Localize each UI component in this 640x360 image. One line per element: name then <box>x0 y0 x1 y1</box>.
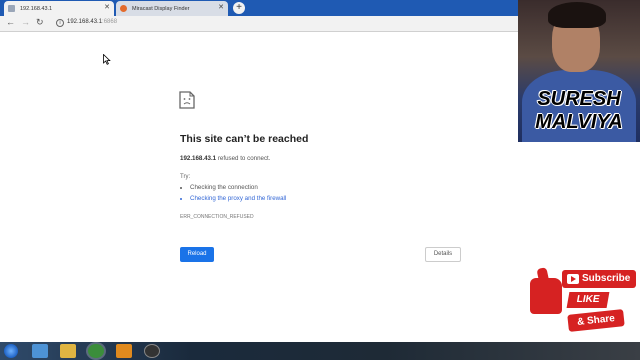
mouse-cursor-icon <box>103 54 111 65</box>
reload-button[interactable]: Reload <box>180 247 214 262</box>
taskbar <box>0 342 640 360</box>
url-port: :6868 <box>102 19 118 25</box>
presenter-name-line1: SURESH <box>537 88 621 110</box>
details-button[interactable]: Details <box>425 247 461 262</box>
error-host: 192.168.43.1 <box>180 155 217 162</box>
tab-192-168-43-1[interactable]: 192.168.43.1 ✕ <box>4 1 114 16</box>
info-icon[interactable]: i <box>56 19 64 27</box>
share-badge: & Share <box>567 309 625 332</box>
sad-document-icon <box>179 91 195 109</box>
sublime-text-icon[interactable] <box>116 344 132 358</box>
error-message: refused to connect. <box>216 155 271 162</box>
suggestion-check-connection: Checking the connection <box>190 184 286 191</box>
tab-strip: 192.168.43.1 ✕ Miracast Display Finder ✕… <box>0 0 522 16</box>
error-title: This site can’t be reached <box>180 133 309 145</box>
file-explorer-icon[interactable] <box>60 344 76 358</box>
close-icon[interactable]: ✕ <box>104 3 110 11</box>
thumbs-up-icon <box>530 278 562 314</box>
address-bar[interactable]: 192.168.43.1:6868 <box>67 19 117 25</box>
internet-explorer-icon[interactable] <box>32 344 48 358</box>
presenter-name: SURESH MALVIYA <box>518 88 640 134</box>
tab-label: 192.168.43.1 <box>20 5 53 12</box>
presenter-hair <box>548 2 606 28</box>
error-code: ERR_CONNECTION_REFUSED <box>180 214 254 220</box>
try-label: Try: <box>180 174 191 180</box>
browser-toolbar: ← → ↻ i 192.168.43.1:6868 <box>0 16 522 32</box>
forward-arrow-icon[interactable]: → <box>21 17 30 27</box>
close-icon[interactable]: ✕ <box>218 3 224 11</box>
suggestion-list: Checking the connection Checking the pro… <box>190 184 286 206</box>
subscribe-label: Subscribe <box>582 273 631 284</box>
like-badge: LIKE <box>566 292 610 308</box>
suggestion-check-proxy-firewall-link[interactable]: Checking the proxy and the firewall <box>190 195 286 202</box>
play-icon <box>567 274 579 284</box>
tab-label: Miracast Display Finder <box>132 5 190 12</box>
subscribe-badge: Subscribe <box>562 270 636 288</box>
obs-icon[interactable] <box>144 344 160 358</box>
error-detail: 192.168.43.1 refused to connect. <box>180 155 271 162</box>
site-favicon-icon <box>120 5 127 12</box>
back-arrow-icon[interactable]: ← <box>6 17 15 27</box>
subscribe-like-share-graphic: Subscribe LIKE & Share <box>528 268 638 334</box>
start-icon[interactable] <box>4 344 18 358</box>
tab-miracast-display-finder[interactable]: Miracast Display Finder ✕ <box>116 1 228 16</box>
new-tab-button[interactable]: + <box>233 2 245 14</box>
page-icon <box>8 5 15 12</box>
url-host: 192.168.43.1 <box>67 19 103 25</box>
browser-window: 192.168.43.1 ✕ Miracast Display Finder ✕… <box>0 0 522 342</box>
presenter-name-line2: MALVIYA <box>535 111 623 133</box>
reload-icon[interactable]: ↻ <box>36 17 44 28</box>
chrome-icon[interactable] <box>88 344 104 358</box>
